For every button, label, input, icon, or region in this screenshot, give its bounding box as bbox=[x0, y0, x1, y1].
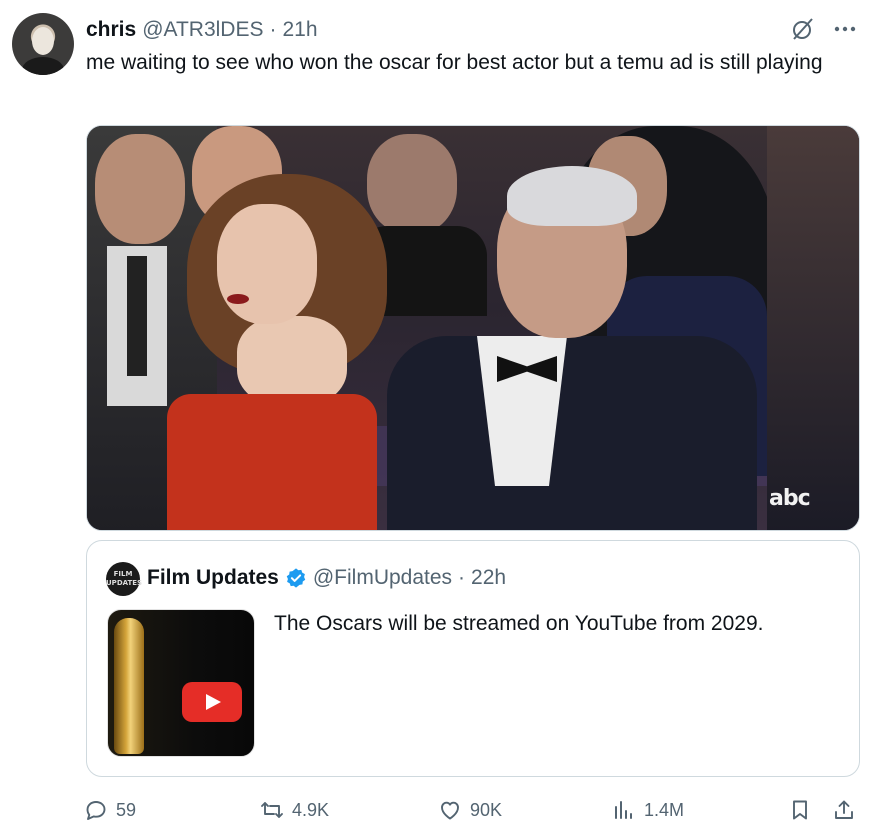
reply-count: 59 bbox=[116, 799, 137, 820]
like-icon bbox=[441, 801, 459, 820]
bookmark-button[interactable] bbox=[788, 795, 812, 825]
oscar-statue bbox=[114, 618, 144, 754]
grok-icon[interactable] bbox=[790, 16, 816, 42]
quoted-tweet-timestamp[interactable]: 22h bbox=[471, 566, 506, 590]
bookmark-icon bbox=[793, 800, 807, 820]
separator-dot: · bbox=[269, 18, 277, 41]
views-count: 1.4M bbox=[644, 799, 685, 820]
like-button[interactable]: 90K bbox=[438, 795, 502, 825]
quoted-tweet[interactable]: FILM UPDATES Film Updates @FilmUpdates ·… bbox=[86, 540, 860, 777]
share-button[interactable] bbox=[832, 795, 856, 825]
quoted-author-avatar[interactable]: FILM UPDATES bbox=[106, 562, 142, 596]
quoted-tweet-text: The Oscars will be streamed on YouTube f… bbox=[274, 612, 764, 635]
views-button[interactable]: 1.4M bbox=[612, 795, 684, 825]
author-handle[interactable]: @ATR3lDES bbox=[142, 18, 263, 42]
tweet-image[interactable]: abc bbox=[86, 125, 860, 531]
quoted-tweet-image[interactable] bbox=[107, 609, 255, 757]
youtube-play-icon bbox=[182, 682, 242, 722]
reply-icon bbox=[86, 801, 106, 820]
reply-button[interactable]: 59 bbox=[84, 795, 136, 825]
like-count: 90K bbox=[470, 799, 503, 820]
share-icon bbox=[835, 800, 853, 819]
repost-icon bbox=[261, 802, 283, 818]
image-person-right bbox=[767, 126, 859, 530]
quoted-separator-dot: · bbox=[458, 566, 466, 589]
tweet-actions: 59 4.9K 90K 1.4M bbox=[84, 795, 864, 825]
views-icon bbox=[615, 801, 632, 819]
tweet-header: chris @ATR3lDES · 21h bbox=[86, 16, 318, 44]
tweet-text: me waiting to see who won the oscar for … bbox=[86, 51, 823, 74]
abc-watermark: abc bbox=[769, 486, 811, 511]
quoted-tweet-header: Film Updates @FilmUpdates · 22h bbox=[147, 564, 506, 592]
more-icon[interactable] bbox=[832, 16, 858, 42]
tweet-timestamp[interactable]: 21h bbox=[283, 18, 318, 42]
repost-button[interactable]: 4.9K bbox=[260, 795, 329, 825]
avatar-face bbox=[32, 27, 54, 55]
repost-count: 4.9K bbox=[292, 799, 330, 820]
author-avatar[interactable] bbox=[12, 13, 74, 75]
quoted-author-name[interactable]: Film Updates bbox=[147, 566, 279, 590]
quoted-author-handle[interactable]: @FilmUpdates bbox=[313, 566, 452, 590]
author-name[interactable]: chris bbox=[86, 18, 136, 42]
avatar-body bbox=[22, 57, 64, 75]
verified-icon bbox=[286, 568, 306, 588]
